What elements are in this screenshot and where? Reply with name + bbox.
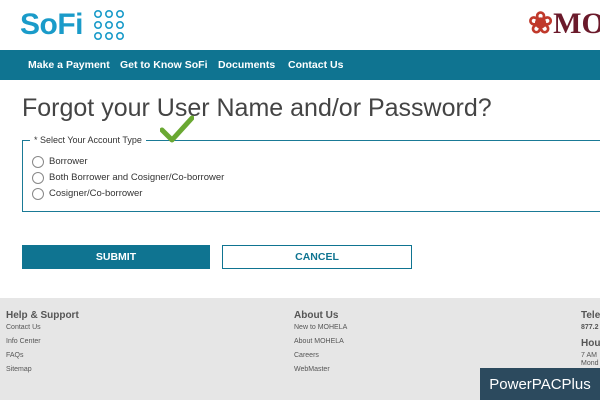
nav-documents[interactable]: Documents: [218, 59, 275, 71]
footer-link-careers[interactable]: Careers: [294, 352, 319, 359]
radio-button[interactable]: [32, 171, 44, 184]
footer-hours-line2: Mond: [581, 360, 599, 367]
radio-button[interactable]: [32, 187, 44, 200]
account-type-legend: * Select Your Account Type: [30, 135, 146, 145]
footer-link-new-to-mohela[interactable]: New to MOHELA: [294, 324, 347, 331]
sofi-logo[interactable]: SoFi: [20, 8, 84, 42]
footer-link-about-mohela[interactable]: About MOHELA: [294, 338, 344, 345]
nav-make-a-payment[interactable]: Make a Payment: [28, 59, 110, 71]
footer-link-faqs[interactable]: FAQs: [6, 352, 24, 359]
footer-link-sitemap[interactable]: Sitemap: [6, 366, 32, 373]
footer-phone[interactable]: 877.2: [581, 324, 599, 331]
footer-hours-heading: Hou: [581, 338, 600, 349]
nav-contact-us[interactable]: Contact Us: [288, 59, 343, 71]
apple-icon: ❀: [528, 7, 554, 40]
radio-label: Both Borrower and Cosigner/Co-borrower: [49, 172, 225, 183]
footer-link-info-center[interactable]: Info Center: [6, 338, 41, 345]
footer-link-contact-us[interactable]: Contact Us: [6, 324, 41, 331]
radio-label: Borrower: [49, 156, 88, 167]
footer-link-webmaster[interactable]: WebMaster: [294, 366, 330, 373]
footer-tele-heading: Tele: [581, 310, 600, 321]
page-title: Forgot your User Name and/or Password?: [22, 94, 492, 122]
nav-get-to-know-sofi[interactable]: Get to Know SoFi: [120, 59, 208, 71]
submit-button[interactable]: SUBMIT: [22, 245, 210, 269]
main-nav: Make a Payment Get to Know SoFi Document…: [0, 50, 600, 80]
mohela-logo-text: MO: [553, 7, 600, 40]
radio-option-cosigner[interactable]: Cosigner/Co-borrower: [32, 187, 142, 200]
radio-option-borrower[interactable]: Borrower: [32, 155, 88, 168]
sofi-dots-icon: [94, 10, 124, 40]
radio-option-both[interactable]: Both Borrower and Cosigner/Co-borrower: [32, 171, 224, 184]
footer-help-heading: Help & Support: [6, 310, 79, 321]
site-header: SoFi ❀MO: [0, 0, 600, 50]
footer-about-heading: About Us: [294, 310, 339, 321]
watermark: PowerPACPlus: [480, 368, 600, 400]
cancel-button[interactable]: CANCEL: [222, 245, 412, 269]
mohela-logo[interactable]: ❀MO: [528, 6, 600, 41]
radio-label: Cosigner/Co-borrower: [49, 188, 143, 199]
radio-button[interactable]: [32, 155, 44, 168]
checkmark-icon: [160, 115, 194, 143]
